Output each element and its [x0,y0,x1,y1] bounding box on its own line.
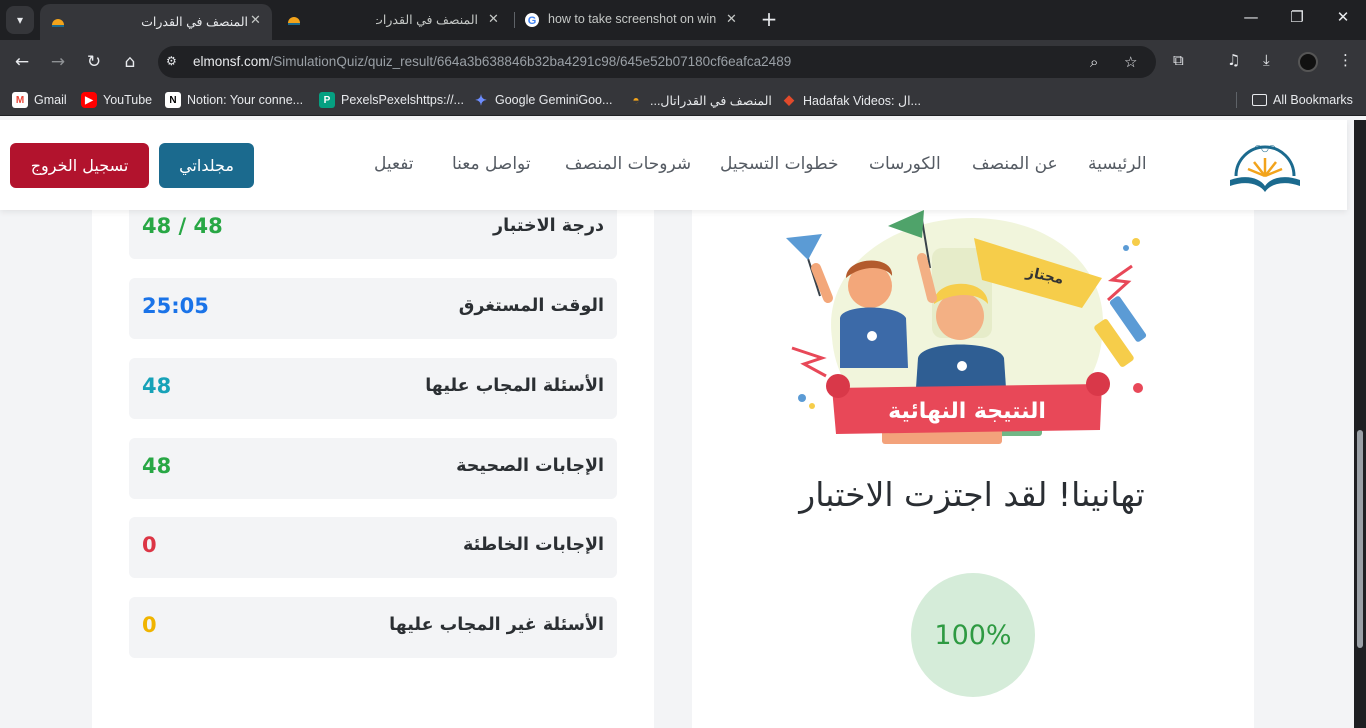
tab-title: how to take screenshot on wind [548,12,716,26]
google-favicon-icon: G [525,13,539,27]
nav-activate[interactable]: تفعيل [374,154,414,174]
extensions-icon[interactable]: ⧉ [1173,51,1184,69]
bookmark-gmail[interactable]: M Gmail [12,92,67,108]
stat-value: 0 [142,613,157,637]
tab[interactable]: المنصف في القدرات ✕ [276,4,512,36]
monsf-favicon-icon [288,17,300,25]
browser-toolbar: ← → ↻ ⌂ ⚙ elmonsf.com/SimulationQuiz/qui… [0,40,1366,84]
monsf-favicon-icon [52,19,64,27]
stat-label: الوقت المستغرق [458,296,604,316]
bookmark-pexels[interactable]: P PexelsPexelshttps://... [319,92,464,108]
back-arrow-icon[interactable]: ← [11,51,33,73]
media-controls-icon[interactable]: ♫ [1227,51,1240,69]
bookmark-hadafak[interactable]: ◆ Hadafak Videos: ال... [781,92,921,108]
logout-button[interactable]: تسجيل الخروج [10,143,149,188]
bookmark-star-icon[interactable]: ☆ [1124,53,1137,71]
svg-text:G: G [528,15,537,27]
monsf-icon: ◓ [632,93,640,107]
close-window-icon[interactable]: ✕ [1328,8,1358,26]
bookmark-label: Notion: Your conne... [187,93,304,107]
browser-tab-bar: ▾ المنصف في القدرات ✕ المنصف في القدرات … [0,0,1366,40]
tab[interactable]: G how to take screenshot on wind ✕ [516,4,752,36]
nav-signup-steps[interactable]: خطوات التسجيل [720,154,839,174]
bookmark-label: Google GeminiGoo... [495,93,613,107]
nav-explanations[interactable]: شروحات المنصف [565,154,691,174]
nav-contact[interactable]: تواصل معنا [452,154,531,174]
url-domain: elmonsf.com [193,54,270,69]
zoom-icon[interactable]: ⌕ [1090,53,1098,71]
stat-row-correct: الإجابات الصحيحة 48 [129,438,617,499]
stat-value: 25:05 [142,294,209,318]
scrollbar-thumb[interactable] [1357,430,1363,648]
page-viewport: درجة الاختبار 48 / 48 الوقت المستغرق 25:… [0,120,1354,728]
url-path: /SimulationQuiz/quiz_result/664a3b638846… [269,54,792,69]
bookmark-label: YouTube [103,93,153,107]
bookmark-youtube[interactable]: ▶ YouTube [81,92,152,108]
stat-label: الإجابات الصحيحة [456,456,604,476]
pexels-icon: P [319,92,335,108]
celebration-illustration: مجتاز النتيجة النهائية [786,210,1147,444]
stat-row-time: الوقت المستغرق 25:05 [129,278,617,339]
all-bookmarks[interactable]: All Bookmarks [1252,92,1353,108]
tab-title: المنصف في القدرات [141,15,248,29]
download-icon[interactable]: ⤓ [1263,51,1270,69]
nav-courses[interactable]: الكورسات [869,154,941,174]
score-percent-circle: 100% [911,573,1035,697]
address-bar[interactable]: ⚙ elmonsf.com/SimulationQuiz/quiz_result… [158,46,1156,78]
menu-kebab-icon[interactable]: ⋮ [1338,51,1353,69]
minimize-icon[interactable]: — [1236,8,1266,26]
home-icon[interactable]: ⌂ [119,51,141,73]
reload-icon[interactable]: ↻ [83,51,105,73]
bookmark-label: المنصف في القدراتال... [650,93,772,108]
stat-label: الإجابات الخاطئة [462,535,604,555]
stat-label: درجة الاختبار [493,216,604,236]
bookmark-label: PexelsPexelshttps://... [341,93,464,107]
tab-separator [514,12,515,28]
my-folders-button[interactable]: مجلداتي [159,143,254,188]
stat-label: الأسئلة غير المجاب عليها [389,615,604,635]
stat-row-unanswered: الأسئلة غير المجاب عليها 0 [129,597,617,658]
stat-value: 48 [142,454,172,478]
tab-title: المنصف في القدرات [376,13,478,27]
site-logo-icon[interactable]: ◠◡◠ [1222,136,1308,194]
stat-label: الأسئلة المجاب عليها [425,376,604,396]
site-info-icon[interactable]: ⚙ [166,54,182,70]
bookmark-gemini[interactable]: ✦ Google GeminiGoo... [473,92,612,108]
new-tab-button[interactable]: + [758,8,780,30]
stat-value: 48 / 48 [142,214,223,238]
gmail-icon: M [12,92,28,108]
restore-icon[interactable]: ❐ [1282,8,1312,26]
bookmark-label: Hadafak Videos: ال... [803,93,921,108]
svg-text:◠◡◠: ◠◡◠ [1255,144,1276,154]
close-tab-icon[interactable]: ✕ [488,11,499,27]
forward-arrow-icon[interactable]: → [47,51,69,73]
bookmark-notion[interactable]: N Notion: Your conne... [165,92,303,108]
stat-value: 48 [142,374,172,398]
site-header: ◠◡◠ الرئيسية عن المنصف الكورسات خطوات ال… [0,120,1347,210]
stat-value: 0 [142,533,157,557]
folder-icon [1252,94,1267,106]
stat-row-answered: الأسئلة المجاب عليها 48 [129,358,617,419]
tab-active[interactable]: المنصف في القدرات ✕ [40,4,272,40]
bookmark-separator [1236,92,1237,108]
congrats-heading: تهانينا! لقد اجتزت الاختبار [799,475,1145,514]
profile-avatar[interactable] [1298,52,1318,72]
all-bookmarks-label: All Bookmarks [1273,93,1353,107]
tab-search-button[interactable]: ▾ [6,6,34,34]
notion-icon: N [165,92,181,108]
page-scrollbar[interactable] [1354,120,1366,728]
close-tab-icon[interactable]: ✕ [250,12,261,28]
banner-text: النتيجة النهائية [888,399,1046,424]
hadafak-icon: ◆ [784,92,794,107]
nav-home[interactable]: الرئيسية [1088,154,1147,174]
bookmarks-bar: M Gmail ▶ YouTube N Notion: Your conne..… [0,84,1366,116]
bookmark-label: Gmail [34,93,67,107]
close-tab-icon[interactable]: ✕ [726,11,737,27]
gemini-icon: ✦ [475,91,487,108]
url-text: elmonsf.com/SimulationQuiz/quiz_result/6… [193,54,791,69]
youtube-icon: ▶ [81,92,97,108]
bookmark-monsf[interactable]: ◓ المنصف في القدراتال... [628,92,772,108]
nav-about[interactable]: عن المنصف [972,154,1058,174]
stat-row-wrong: الإجابات الخاطئة 0 [129,517,617,578]
